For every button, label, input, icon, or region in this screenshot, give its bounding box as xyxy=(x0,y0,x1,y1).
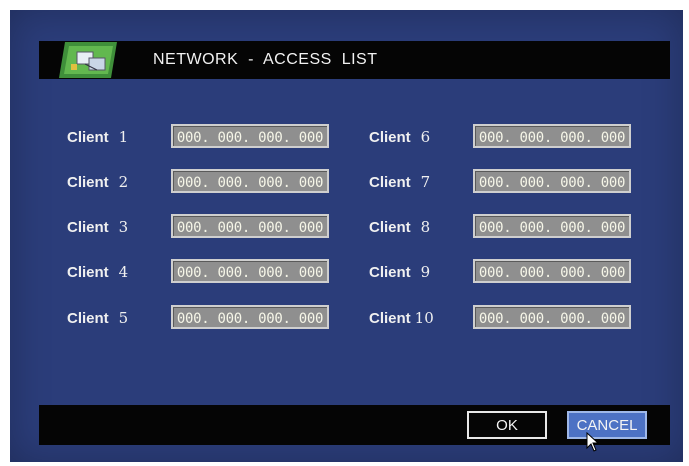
client-ip-field-3[interactable]: 000. 000. 000. 000 xyxy=(171,214,329,238)
client-ip-field-1[interactable]: 000. 000. 000. 000 xyxy=(171,124,329,148)
client-ip-field-5[interactable]: 000. 000. 000. 000 xyxy=(171,305,329,329)
client-label-7: Client 7 xyxy=(369,173,431,191)
client-ip-field-2[interactable]: 000. 000. 000. 000 xyxy=(171,169,329,193)
access-list-screen: NETWORK - ACCESS LIST Client 1 000. 000. … xyxy=(10,10,683,462)
client-label-4: Client 4 xyxy=(67,263,129,281)
client-label-9: Client 9 xyxy=(369,263,431,281)
client-label-8: Client 8 xyxy=(369,218,431,236)
ok-button[interactable]: OK xyxy=(467,411,547,439)
client-label-5: Client 5 xyxy=(67,309,129,327)
client-ip-field-9[interactable]: 000. 000. 000. 000 xyxy=(473,259,631,283)
button-bar: OK CANCEL xyxy=(39,405,670,445)
cancel-button[interactable]: CANCEL xyxy=(567,411,647,439)
network-icon xyxy=(59,42,117,78)
client-ip-field-6[interactable]: 000. 000. 000. 000 xyxy=(473,124,631,148)
mouse-pointer-icon xyxy=(586,432,600,452)
client-ip-field-7[interactable]: 000. 000. 000. 000 xyxy=(473,169,631,193)
client-label-10: Client 10 xyxy=(369,309,434,327)
title-bar: NETWORK - ACCESS LIST xyxy=(39,41,670,79)
client-label-1: Client 1 xyxy=(67,128,129,146)
client-ip-field-8[interactable]: 000. 000. 000. 000 xyxy=(473,214,631,238)
client-ip-field-10[interactable]: 000. 000. 000. 000 xyxy=(473,305,631,329)
client-label-2: Client 2 xyxy=(67,173,129,191)
client-ip-field-4[interactable]: 000. 000. 000. 000 xyxy=(171,259,329,283)
client-label-3: Client 3 xyxy=(67,218,129,236)
page-title: NETWORK - ACCESS LIST xyxy=(153,51,378,68)
client-label-6: Client 6 xyxy=(369,128,431,146)
